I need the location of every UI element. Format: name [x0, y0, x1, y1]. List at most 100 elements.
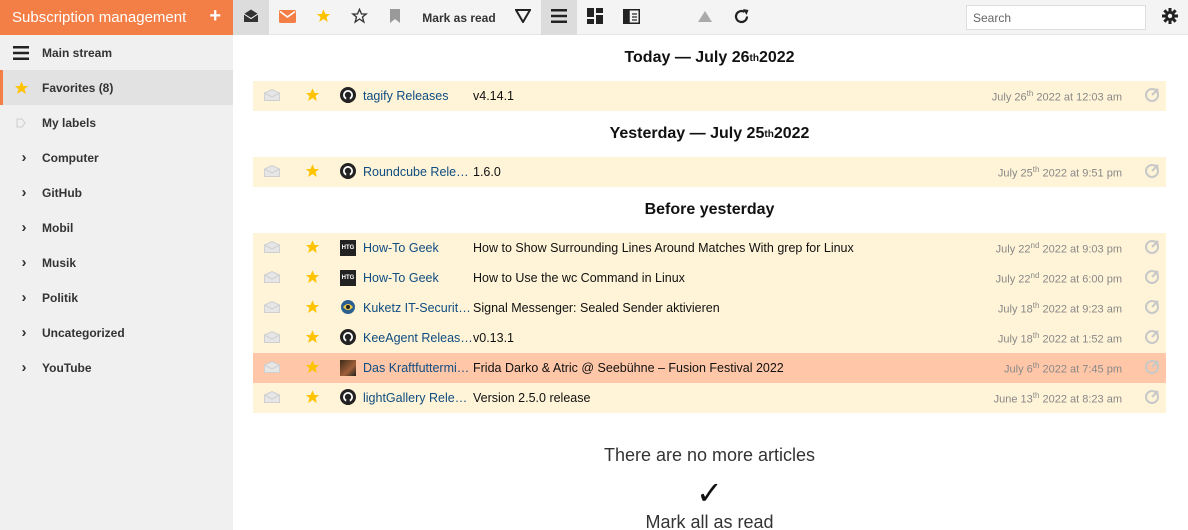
sidebar-item-musik[interactable]: › Musik [0, 245, 233, 280]
sidebar-item-uncategorized[interactable]: › Uncategorized [0, 315, 233, 350]
mark-all-as-read-button[interactable]: Mark all as read [253, 512, 1166, 530]
external-link-icon [1144, 359, 1160, 378]
article-row[interactable]: Kuketz IT-Security BlogSignal Messenger:… [253, 293, 1166, 323]
sidebar-item-label: YouTube [42, 360, 92, 375]
show-all-button[interactable] [233, 0, 269, 35]
favorite-toggle[interactable] [291, 359, 333, 378]
mark-read-toggle[interactable] [253, 390, 291, 406]
settings-button[interactable] [1152, 0, 1188, 35]
favorite-toggle[interactable] [291, 87, 333, 106]
open-original-button[interactable] [1138, 299, 1166, 318]
open-original-button[interactable] [1138, 329, 1166, 348]
favorite-toggle[interactable] [291, 239, 333, 258]
chevron-right-icon[interactable]: › [0, 149, 42, 166]
chevron-right-icon[interactable]: › [0, 359, 42, 376]
mark-read-toggle[interactable] [253, 330, 291, 346]
feed-favicon [333, 162, 363, 182]
chevron-right-icon[interactable]: › [0, 219, 42, 236]
article-title-link[interactable]: Signal Messenger: Sealed Sender aktivier… [473, 301, 918, 315]
day-heading-year: 2022 [773, 125, 810, 142]
article-row[interactable]: Das KraftfuttermischwerkFrida Darko & At… [253, 353, 1166, 383]
show-favorites-button[interactable] [305, 0, 341, 35]
article-title-link[interactable]: How to Show Surrounding Lines Around Mat… [473, 241, 918, 255]
gear-icon [1162, 8, 1178, 27]
feed-name-link[interactable]: Kuketz IT-Security Blog [363, 301, 473, 315]
sidebar-item-my-labels[interactable]: My labels [0, 105, 233, 140]
feed-name-link[interactable]: KeeAgent Releases [363, 331, 473, 345]
mark-as-read-dropdown-button[interactable] [505, 0, 541, 35]
mark-read-toggle[interactable] [253, 240, 291, 256]
favorite-toggle[interactable] [291, 163, 333, 182]
chevron-right-icon[interactable]: › [0, 324, 42, 341]
search-input[interactable] [966, 5, 1146, 30]
article-row[interactable]: tagify Releases v4.14.1 July 26th 2022 at … [253, 81, 1166, 111]
subscription-management-link[interactable]: Subscription management + [0, 0, 233, 35]
article-title-link[interactable]: Version 2.5.0 release [473, 391, 918, 405]
article-title-link[interactable]: Frida Darko & Atric @ Seebühne – Fusion … [473, 361, 918, 375]
article-row[interactable]: Roundcube Releases 1.6.0 July 25th 2022 at… [253, 157, 1166, 187]
day-heading-ordinal: th [749, 52, 759, 64]
previous-article-button[interactable] [687, 0, 723, 35]
open-original-button[interactable] [1138, 359, 1166, 378]
global-view-button[interactable] [577, 0, 613, 35]
mark-read-toggle[interactable] [253, 164, 291, 180]
favorite-toggle[interactable] [291, 299, 333, 318]
article-row[interactable]: HTG How-To Geek How to Use the wc Command … [253, 263, 1166, 293]
article-title-link[interactable]: v4.14.1 [473, 89, 918, 103]
reader-view-button[interactable] [613, 0, 649, 35]
chevron-right-icon[interactable]: › [0, 289, 42, 306]
open-original-button[interactable] [1138, 163, 1166, 182]
article-date: July 18th 2022 at 1:52 am [918, 331, 1138, 346]
mark-read-toggle[interactable] [253, 270, 291, 286]
feed-name-link[interactable]: How-To Geek [363, 241, 473, 255]
normal-view-button[interactable] [541, 0, 577, 35]
favorite-toggle[interactable] [291, 269, 333, 288]
sidebar-item-label: Musik [42, 255, 77, 270]
mark-as-read-button[interactable]: Mark as read [413, 0, 505, 35]
open-original-button[interactable] [1138, 239, 1166, 258]
mark-read-toggle[interactable] [253, 360, 291, 376]
external-link-icon [1144, 239, 1160, 258]
toolbar: Mark as read [233, 0, 1188, 35]
github-icon [340, 162, 356, 182]
sidebar-item-github[interactable]: › GitHub [0, 175, 233, 210]
favorite-toggle[interactable] [291, 329, 333, 348]
date-text: July 22 [995, 273, 1031, 286]
article-row[interactable]: HTG How-To Geek How to Show Surrounding Li… [253, 233, 1166, 263]
chevron-right-icon[interactable]: › [0, 254, 42, 271]
feed-name-link[interactable]: tagify Releases [363, 89, 473, 103]
sidebar-item-youtube[interactable]: › YouTube [0, 350, 233, 385]
sidebar-item-computer[interactable]: › Computer [0, 140, 233, 175]
article-date: July 25th 2022 at 9:51 pm [918, 165, 1138, 180]
sidebar-item-politik[interactable]: › Politik [0, 280, 233, 315]
feed-name-link[interactable]: Das Kraftfuttermischwerk [363, 361, 473, 375]
bookmark-button[interactable] [377, 0, 413, 35]
date-time: 2022 at 6:00 pm [1039, 273, 1122, 286]
article-title-link[interactable]: v0.13.1 [473, 331, 918, 345]
article-title-link[interactable]: 1.6.0 [473, 165, 918, 179]
open-original-button[interactable] [1138, 269, 1166, 288]
mark-read-toggle[interactable] [253, 300, 291, 316]
feed-name-link[interactable]: Roundcube Releases [363, 165, 473, 179]
open-original-button[interactable] [1138, 87, 1166, 106]
feed-name-link[interactable]: How-To Geek [363, 271, 473, 285]
sidebar-item-label: GitHub [42, 185, 82, 200]
show-not-favorites-button[interactable] [341, 0, 377, 35]
favorite-toggle[interactable] [291, 389, 333, 408]
add-subscription-icon[interactable]: + [209, 6, 221, 26]
feed-name-link[interactable]: lightGallery Releases [363, 391, 473, 405]
sidebar-item-mobil[interactable]: › Mobil [0, 210, 233, 245]
mark-read-toggle[interactable] [253, 88, 291, 104]
article-row[interactable]: KeeAgent Releases v0.13.1 July 18th 2022 a… [253, 323, 1166, 353]
article-row[interactable]: lightGallery Releases Version 2.5.0 relea… [253, 383, 1166, 413]
open-original-button[interactable] [1138, 389, 1166, 408]
sidebar-item-main-stream[interactable]: Main stream [0, 35, 233, 70]
external-link-icon [1144, 299, 1160, 318]
show-unread-button[interactable] [269, 0, 305, 35]
chevron-right-icon[interactable]: › [0, 184, 42, 201]
check-icon[interactable]: ✓ [253, 477, 1166, 509]
article-title-link[interactable]: How to Use the wc Command in Linux [473, 271, 918, 285]
bookmark-icon [390, 9, 400, 26]
refresh-button[interactable] [723, 0, 759, 35]
sidebar-item-favorites[interactable]: Favorites (8) [0, 70, 233, 105]
